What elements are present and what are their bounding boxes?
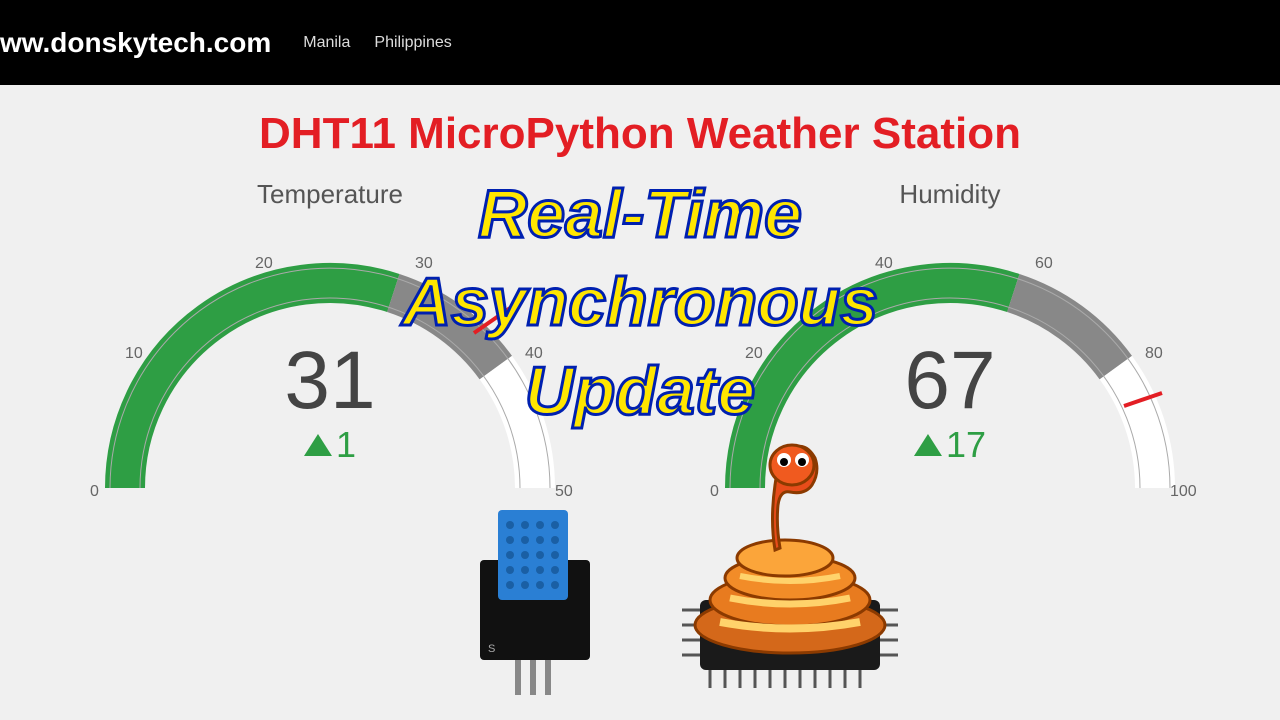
gauge-temperature: Temperature 0 10 20 30 40 50 31 1 <box>50 179 610 513</box>
nav-links: Manila Philippines <box>303 34 452 52</box>
gauge-humidity-delta-value: 17 <box>946 424 986 466</box>
nav-link-philippines[interactable]: Philippines <box>374 34 451 52</box>
tick-h80: 80 <box>1145 345 1163 362</box>
tick-h40: 40 <box>875 255 893 272</box>
tick-0: 0 <box>90 483 99 500</box>
dht11-sensor-icon: S <box>470 500 600 700</box>
gauge-humidity-value: 67 <box>904 334 995 428</box>
tick-20: 20 <box>255 255 273 272</box>
gauge-temperature-title: Temperature <box>50 179 610 210</box>
tick-30: 30 <box>415 255 433 272</box>
tick-50: 50 <box>555 483 573 500</box>
tick-h20: 20 <box>745 345 763 362</box>
nav-link-manila[interactable]: Manila <box>303 34 350 52</box>
gauge-temperature-delta: 1 <box>304 424 356 466</box>
gauge-temperature-delta-value: 1 <box>336 424 356 466</box>
tick-h60: 60 <box>1035 255 1053 272</box>
tick-10: 10 <box>125 345 143 362</box>
micropython-mascot-icon <box>640 430 930 700</box>
gauge-temperature-value: 31 <box>284 334 375 428</box>
page-title: DHT11 MicroPython Weather Station <box>0 109 1280 159</box>
site-url[interactable]: ww.donskytech.com <box>0 27 271 59</box>
delta-up-icon <box>304 434 332 456</box>
topbar: ww.donskytech.com Manila Philippines <box>0 0 1280 85</box>
gauge-humidity-title: Humidity <box>670 179 1230 210</box>
tick-h100: 100 <box>1170 483 1197 500</box>
tick-40: 40 <box>525 345 543 362</box>
svg-text:S: S <box>488 643 495 655</box>
